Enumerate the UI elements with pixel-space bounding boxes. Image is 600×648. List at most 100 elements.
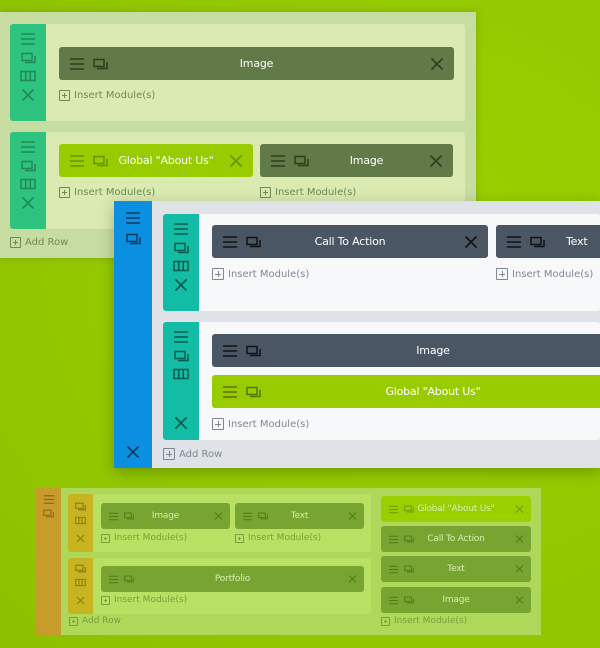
delete-module-icon[interactable] (515, 504, 524, 514)
delete-module-icon[interactable] (464, 235, 478, 249)
columns-icon[interactable] (173, 368, 189, 380)
duplicate-icon[interactable] (20, 52, 36, 64)
duplicate-icon[interactable] (404, 565, 414, 573)
move-icon[interactable] (20, 32, 36, 46)
columns-icon[interactable] (173, 260, 189, 272)
row: Call To Action Insert Module(s) Text Ins… (163, 214, 600, 311)
module-call-to-action[interactable]: Call To Action (212, 225, 488, 258)
insert-module-button[interactable]: Insert Module(s) (101, 533, 187, 543)
move-icon[interactable] (388, 505, 399, 514)
duplicate-icon[interactable] (93, 155, 108, 167)
delete-section-icon[interactable] (126, 445, 140, 459)
duplicate-icon[interactable] (125, 233, 141, 245)
insert-module-button[interactable]: Insert Module(s) (59, 90, 155, 101)
move-icon[interactable] (222, 235, 238, 249)
insert-module-label: Insert Module(s) (512, 268, 594, 280)
move-icon[interactable] (388, 565, 399, 574)
plus-icon (101, 595, 110, 605)
module-image[interactable]: Image (59, 47, 454, 80)
module-image[interactable]: Image (212, 334, 600, 367)
module-text[interactable]: Text (496, 225, 600, 258)
move-icon[interactable] (69, 154, 85, 168)
delete-module-icon[interactable] (348, 511, 357, 521)
duplicate-icon[interactable] (246, 236, 261, 248)
duplicate-icon[interactable] (404, 535, 414, 543)
move-icon[interactable] (173, 330, 189, 344)
module-global-about-us[interactable]: Global "About Us" (59, 144, 253, 177)
insert-module-button[interactable]: Insert Module(s) (59, 187, 155, 198)
duplicate-icon[interactable] (93, 58, 108, 70)
module-global-about-us[interactable]: Global "About Us" (212, 375, 600, 408)
duplicate-icon[interactable] (20, 160, 36, 172)
duplicate-icon[interactable] (75, 502, 86, 511)
move-icon[interactable] (20, 140, 36, 154)
duplicate-icon[interactable] (75, 564, 86, 573)
columns-icon[interactable] (20, 70, 36, 82)
delete-icon[interactable] (174, 278, 188, 292)
delete-module-icon[interactable] (429, 154, 443, 168)
duplicate-icon[interactable] (173, 242, 189, 254)
columns-icon[interactable] (75, 516, 86, 525)
module-text[interactable]: Text (381, 556, 531, 582)
move-icon[interactable] (506, 235, 522, 249)
delete-module-icon[interactable] (430, 57, 444, 71)
module-image[interactable]: Image (101, 503, 230, 529)
plus-icon (260, 187, 271, 198)
delete-icon[interactable] (21, 88, 35, 102)
move-icon[interactable] (242, 512, 253, 521)
move-icon[interactable] (270, 154, 286, 168)
duplicate-icon[interactable] (404, 596, 414, 604)
insert-module-button[interactable]: Insert Module(s) (381, 616, 467, 626)
module-image[interactable]: Image (260, 144, 453, 177)
active-section: Call To Action Insert Module(s) Text Ins… (114, 201, 600, 468)
delete-module-icon[interactable] (515, 595, 524, 605)
duplicate-icon[interactable] (246, 386, 261, 398)
delete-module-icon[interactable] (229, 154, 243, 168)
add-row-button[interactable]: Add Row (69, 616, 121, 626)
move-icon[interactable] (108, 575, 119, 584)
duplicate-icon[interactable] (124, 512, 134, 520)
delete-icon[interactable] (174, 416, 188, 430)
plus-icon (59, 187, 70, 198)
move-icon[interactable] (125, 211, 141, 225)
duplicate-icon[interactable] (43, 509, 54, 518)
duplicate-icon[interactable] (404, 505, 414, 513)
move-icon[interactable] (173, 222, 189, 236)
insert-module-button[interactable]: Insert Module(s) (101, 595, 187, 605)
move-icon[interactable] (108, 512, 119, 521)
add-row-button[interactable]: Add Row (163, 448, 222, 460)
module-text[interactable]: Text (235, 503, 364, 529)
duplicate-icon[interactable] (294, 155, 309, 167)
insert-module-button[interactable]: Insert Module(s) (260, 187, 356, 198)
add-row-button[interactable]: Add Row (10, 237, 68, 248)
module-global-about-us[interactable]: Global "About Us" (381, 496, 531, 522)
insert-module-button[interactable]: Insert Module(s) (496, 268, 593, 280)
plus-icon (496, 268, 508, 280)
insert-module-button[interactable]: Insert Module(s) (212, 268, 309, 280)
duplicate-icon[interactable] (258, 512, 268, 520)
move-icon[interactable] (42, 494, 55, 505)
duplicate-icon[interactable] (530, 236, 545, 248)
delete-icon[interactable] (76, 596, 85, 605)
delete-module-icon[interactable] (348, 574, 357, 584)
module-portfolio[interactable]: Portfolio (101, 566, 364, 592)
move-icon[interactable] (388, 535, 399, 544)
delete-module-icon[interactable] (214, 511, 223, 521)
duplicate-icon[interactable] (124, 575, 134, 583)
module-image[interactable]: Image (381, 587, 531, 613)
move-icon[interactable] (222, 385, 238, 399)
columns-icon[interactable] (20, 178, 36, 190)
delete-module-icon[interactable] (515, 534, 524, 544)
delete-icon[interactable] (21, 196, 35, 210)
insert-module-button[interactable]: Insert Module(s) (212, 418, 309, 430)
delete-module-icon[interactable] (515, 564, 524, 574)
columns-icon[interactable] (75, 578, 86, 587)
duplicate-icon[interactable] (246, 345, 261, 357)
module-call-to-action[interactable]: Call To Action (381, 526, 531, 552)
duplicate-icon[interactable] (173, 350, 189, 362)
insert-module-button[interactable]: Insert Module(s) (235, 533, 321, 543)
move-icon[interactable] (222, 344, 238, 358)
delete-icon[interactable] (76, 534, 85, 543)
move-icon[interactable] (69, 57, 85, 71)
move-icon[interactable] (388, 596, 399, 605)
